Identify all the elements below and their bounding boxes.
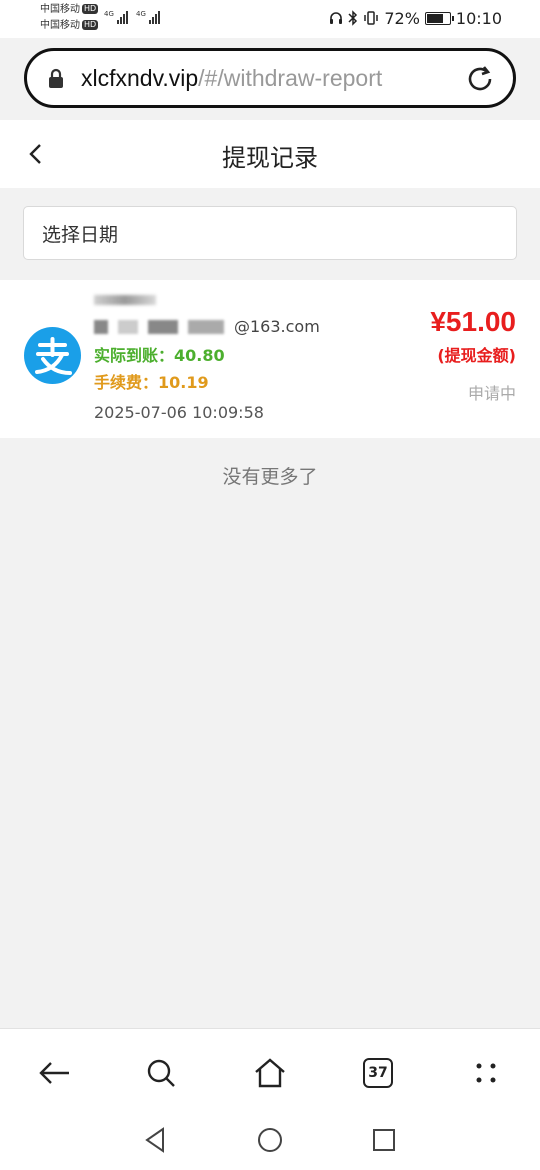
lock-icon — [49, 68, 63, 88]
reload-icon[interactable] — [465, 64, 495, 94]
withdraw-amount: ¥51.00 — [430, 306, 516, 337]
account-email: @163.com — [94, 317, 320, 336]
page-header: 提现记录 — [0, 120, 540, 188]
back-button[interactable] — [32, 1051, 76, 1095]
nav-home-circle-icon[interactable] — [255, 1125, 285, 1155]
status-badge: 申请中 — [467, 384, 516, 403]
tabs-button[interactable]: 37 — [356, 1051, 400, 1095]
arrow-left-icon — [39, 1062, 69, 1084]
status-bar: 中国移动 HD 中国移动 HD 4G 4G 72% 10:10 — [0, 0, 540, 38]
menu-button[interactable] — [464, 1051, 508, 1095]
signal-icon: 4G — [104, 10, 128, 24]
list-end-text: 没有更多了 — [222, 466, 318, 488]
withdraw-record-item[interactable]: @163.com 实际到账：40.80 手续费：10.19 2025-07-06… — [0, 280, 540, 438]
page-title: 提现记录 — [222, 144, 318, 172]
battery-percent: 72% — [384, 8, 420, 28]
signal-icon-2: 4G — [136, 10, 160, 24]
search-icon — [147, 1059, 175, 1087]
tab-count-badge: 37 — [363, 1058, 393, 1088]
url-path[interactable]: /#/withdraw-report — [198, 65, 382, 92]
record-time: 2025-07-06 10:09:58 — [94, 403, 264, 422]
more-dots-icon — [476, 1063, 496, 1083]
home-button[interactable] — [248, 1051, 292, 1095]
battery-icon — [424, 11, 454, 25]
bluetooth-icon — [348, 10, 358, 26]
browser-toolbar: 37 — [0, 1028, 540, 1170]
headset-icon — [330, 12, 343, 24]
address-bar[interactable]: xlcfxndv.vip/#/withdraw-report — [24, 48, 516, 108]
fee-amount: 手续费：10.19 — [94, 373, 209, 392]
clock: 10:10 — [455, 8, 502, 28]
date-picker-input[interactable]: 选择日期 — [23, 206, 517, 260]
carrier-1: 中国移动 HD — [40, 4, 99, 15]
url-host[interactable]: xlcfxndv.vip — [81, 65, 198, 92]
carrier-2: 中国移动 HD — [40, 20, 99, 31]
vibrate-icon — [364, 11, 379, 25]
withdraw-amount-label: (提现金额) — [437, 346, 516, 365]
account-name-redacted — [94, 292, 156, 308]
home-icon — [255, 1058, 285, 1088]
nav-recents-square-icon[interactable] — [369, 1125, 399, 1155]
alipay-icon — [24, 327, 81, 384]
nav-back-triangle-icon[interactable] — [140, 1125, 170, 1155]
filter-area: 选择日期 — [0, 188, 540, 278]
search-button[interactable] — [139, 1051, 183, 1095]
received-amount: 实际到账：40.80 — [94, 346, 225, 365]
